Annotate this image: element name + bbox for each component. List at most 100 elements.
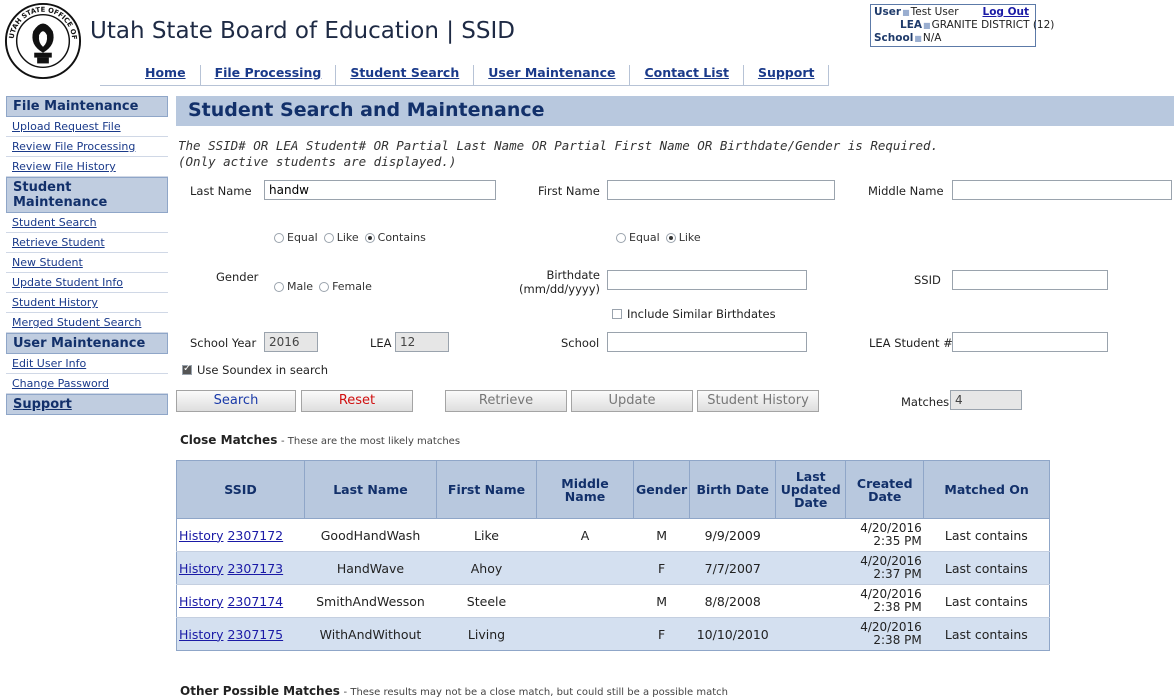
cell-birth-date: 8/8/2008 xyxy=(689,584,776,618)
reset-button[interactable]: Reset xyxy=(301,390,413,412)
last-like-label: Like xyxy=(336,231,359,244)
cell-birth-date: 9/9/2009 xyxy=(689,518,776,552)
col-first-name[interactable]: First Name xyxy=(436,460,537,519)
sidebar-item-review-file-history[interactable]: Review File History xyxy=(6,157,168,177)
cell-created-date: 4/20/2016 2:38 PM xyxy=(845,617,924,651)
lea-student-input[interactable] xyxy=(952,332,1108,352)
ssid-link[interactable]: 2307175 xyxy=(227,627,283,642)
last-like-radio[interactable] xyxy=(323,232,334,243)
middle-name-input[interactable] xyxy=(952,180,1172,200)
first-name-input[interactable] xyxy=(607,180,835,200)
sidebar-item-merged-student-search[interactable]: Merged Student Search xyxy=(6,313,168,333)
sidebar-item-update-student-info[interactable]: Update Student Info xyxy=(6,273,168,293)
history-link[interactable]: History xyxy=(179,528,223,543)
cell-created-date: 4/20/2016 2:35 PM xyxy=(845,518,924,552)
birthdate-input[interactable] xyxy=(607,270,807,290)
cell-gender: F xyxy=(633,551,690,585)
school-label: School xyxy=(874,32,914,44)
table-row: History 2307173 HandWave Ahoy F 7/7/2007… xyxy=(176,551,1050,585)
ssid-link[interactable]: 2307172 xyxy=(227,528,283,543)
last-name-match-group: Equal Like Contains xyxy=(268,231,426,244)
sidebar-item-support[interactable]: Support xyxy=(6,394,168,415)
student-history-button[interactable]: Student History xyxy=(697,390,819,412)
gender-female-radio[interactable] xyxy=(319,281,330,292)
first-name-match-group: Equal Like xyxy=(610,231,701,244)
col-matched-on[interactable]: Matched On xyxy=(923,460,1050,519)
col-last-name[interactable]: Last Name xyxy=(304,460,437,519)
gender-male-radio[interactable] xyxy=(274,281,284,292)
lea-label: LEA xyxy=(900,19,922,31)
col-gender[interactable]: Gender xyxy=(632,460,691,519)
sidebar-item-student-history[interactable]: Student History xyxy=(6,293,168,313)
close-matches-table: SSID Last Name First Name Middle Name Ge… xyxy=(176,460,1050,651)
nav-file-processing[interactable]: File Processing xyxy=(200,65,337,86)
include-similar-checkbox[interactable] xyxy=(612,309,622,319)
search-button[interactable]: Search xyxy=(176,390,296,412)
table-row: History 2307174 SmithAndWesson Steele M … xyxy=(176,584,1050,618)
col-last-updated[interactable]: Last Updated Date xyxy=(775,460,847,519)
last-name-input[interactable] xyxy=(264,180,496,200)
user-label: User xyxy=(874,6,902,18)
history-link[interactable]: History xyxy=(179,594,223,609)
last-equal-radio[interactable] xyxy=(274,232,284,243)
sidebar-item-review-file-processing[interactable]: Review File Processing xyxy=(6,137,168,157)
matches-count xyxy=(950,390,1022,410)
col-birth-date[interactable]: Birth Date xyxy=(689,460,777,519)
first-name-label: First Name xyxy=(538,184,600,198)
state-seal-logo: UTAH STATE OFFICE OF EDUCATION xyxy=(4,2,82,80)
cell-matched-on: Last contains xyxy=(923,518,1050,552)
col-ssid[interactable]: SSID xyxy=(176,460,305,519)
sidebar-header-user-maintenance: User Maintenance xyxy=(6,333,168,354)
cell-last-name: WithAndWithout xyxy=(304,617,437,651)
ssid-link[interactable]: 2307173 xyxy=(227,561,283,576)
middle-name-label: Middle Name xyxy=(868,184,944,198)
col-created-date[interactable]: Created Date xyxy=(845,460,925,519)
cell-matched-on: Last contains xyxy=(923,584,1050,618)
soundex-checkbox[interactable] xyxy=(182,363,192,375)
sidebar-item-student-search[interactable]: Student Search xyxy=(6,213,168,233)
lea-input[interactable] xyxy=(395,332,449,352)
cell-first-name: Living xyxy=(436,617,537,651)
close-matches-desc: - These are the most likely matches xyxy=(281,436,461,447)
cell-last-name: SmithAndWesson xyxy=(304,584,437,618)
sidebar-item-upload-request-file[interactable]: Upload Request File xyxy=(6,117,168,137)
nav-home[interactable]: Home xyxy=(100,65,201,86)
user-info-box: User■Test User Log Out LEA■GRANITE DISTR… xyxy=(870,4,1054,47)
first-equal-radio[interactable] xyxy=(616,232,626,243)
history-link[interactable]: History xyxy=(179,561,223,576)
sidebar-item-edit-user-info[interactable]: Edit User Info xyxy=(6,354,168,374)
gender-male-label: Male xyxy=(287,280,314,293)
cell-matched-on: Last contains xyxy=(923,617,1050,651)
ssid-input[interactable] xyxy=(952,270,1108,290)
sidebar-item-change-password[interactable]: Change Password xyxy=(6,374,168,394)
nav-user-maintenance[interactable]: User Maintenance xyxy=(474,65,631,86)
nav-student-search[interactable]: Student Search xyxy=(336,65,475,86)
cell-first-name: Steele xyxy=(436,584,537,618)
gender-group: Male Female xyxy=(268,280,372,293)
cell-last-updated xyxy=(775,518,846,552)
app-title: Utah State Board of Education | SSID xyxy=(90,18,515,44)
birthdate-label: Birthdate xyxy=(546,268,600,282)
sidebar-item-retrieve-student[interactable]: Retrieve Student xyxy=(6,233,168,253)
col-middle-name[interactable]: Middle Name xyxy=(536,460,634,519)
ssid-link[interactable]: 2307174 xyxy=(227,594,283,609)
last-contains-radio[interactable] xyxy=(364,232,375,243)
last-equal-label: Equal xyxy=(287,231,318,244)
update-button[interactable]: Update xyxy=(571,390,693,412)
school-year-input[interactable] xyxy=(264,332,318,352)
first-like-radio[interactable] xyxy=(665,232,676,243)
other-matches-desc: - These results may not be a close match… xyxy=(343,687,728,698)
soundex-label: Use Soundex in search xyxy=(197,363,329,377)
cell-middle-name xyxy=(536,551,634,585)
nav-support[interactable]: Support xyxy=(743,65,830,86)
instruction-line-2: (Only active students are displayed.) xyxy=(178,154,457,169)
school-input[interactable] xyxy=(607,332,807,352)
cell-gender: M xyxy=(633,518,690,552)
nav-contact-list[interactable]: Contact List xyxy=(630,65,744,86)
retrieve-button[interactable]: Retrieve xyxy=(445,390,567,412)
sidebar-item-new-student[interactable]: New Student xyxy=(6,253,168,273)
history-link[interactable]: History xyxy=(179,627,223,642)
first-like-label: Like xyxy=(678,231,701,244)
logout-link[interactable]: Log Out xyxy=(983,6,1030,18)
last-name-label: Last Name xyxy=(190,184,252,198)
